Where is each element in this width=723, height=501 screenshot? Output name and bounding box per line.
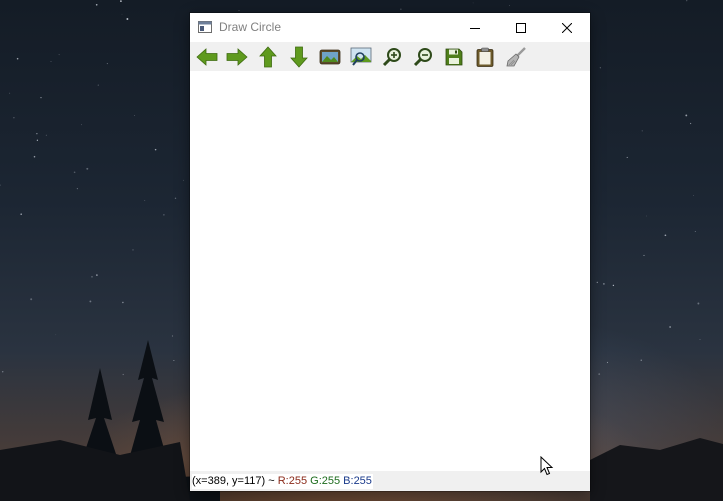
star xyxy=(95,3,98,6)
star xyxy=(120,0,122,2)
star xyxy=(699,339,701,340)
star xyxy=(81,124,82,126)
window-title: Draw Circle xyxy=(219,20,282,34)
star xyxy=(174,197,177,199)
star xyxy=(45,134,47,136)
minimize-icon xyxy=(470,27,480,29)
star xyxy=(73,171,76,174)
star xyxy=(509,5,510,6)
star xyxy=(13,116,15,119)
status-bar: (x=389, y=117) ~ R:255 G:255 B:255 xyxy=(190,471,590,491)
image-canvas[interactable] xyxy=(190,71,590,471)
star xyxy=(596,281,598,284)
green-value: G:255 xyxy=(310,475,341,487)
star xyxy=(182,179,184,181)
zoom-out-icon xyxy=(413,48,432,67)
arrow-left-icon xyxy=(196,48,218,66)
star xyxy=(163,214,165,216)
star xyxy=(144,199,146,202)
star xyxy=(97,84,99,86)
star xyxy=(603,283,605,285)
star xyxy=(685,114,688,117)
star xyxy=(20,213,22,215)
mouse-cursor-icon xyxy=(540,456,554,476)
app-window-icon xyxy=(198,21,212,33)
star xyxy=(606,361,609,364)
image-icon xyxy=(319,49,341,65)
star xyxy=(121,13,123,15)
star xyxy=(16,57,19,60)
maximize-icon xyxy=(516,22,526,33)
pan-right-button[interactable] xyxy=(225,45,249,69)
clipboard-icon xyxy=(476,47,494,67)
fit-image-button[interactable] xyxy=(318,45,342,69)
red-value: R:255 xyxy=(277,475,308,487)
star xyxy=(9,92,11,94)
star xyxy=(697,302,700,305)
star xyxy=(76,188,78,190)
draw-circle-window: Draw Circle (x=389, y=117) ~ R:255 G:255… xyxy=(190,13,590,491)
star xyxy=(40,96,42,99)
zoom-region-button[interactable] xyxy=(349,45,373,69)
star xyxy=(86,167,89,170)
blue-value: B:255 xyxy=(343,475,372,487)
star xyxy=(626,156,628,158)
star xyxy=(36,139,39,141)
star xyxy=(640,359,642,361)
star xyxy=(669,326,671,328)
zoom-in-icon xyxy=(382,48,401,67)
save-button[interactable] xyxy=(442,45,466,69)
cursor-coordinates: (x=389, y=117) ~ xyxy=(192,475,275,487)
star xyxy=(689,122,692,125)
arrow-right-icon xyxy=(226,48,248,66)
star xyxy=(646,215,647,217)
zoom-out-button[interactable] xyxy=(411,45,435,69)
copy-button[interactable] xyxy=(473,45,497,69)
pan-up-button[interactable] xyxy=(256,45,280,69)
floppy-disk-icon xyxy=(445,48,463,66)
star xyxy=(400,8,402,10)
toolbar xyxy=(190,42,590,71)
star xyxy=(91,275,93,278)
star xyxy=(58,54,60,56)
zoom-region-icon xyxy=(350,47,372,66)
star xyxy=(641,130,643,132)
star xyxy=(30,298,33,301)
star xyxy=(612,284,615,287)
star xyxy=(132,249,134,251)
star xyxy=(126,18,129,20)
brush-icon xyxy=(506,47,526,67)
maximize-button[interactable] xyxy=(498,13,544,42)
star xyxy=(693,195,695,196)
arrow-up-icon xyxy=(259,46,277,68)
star xyxy=(0,184,1,186)
star xyxy=(643,254,645,256)
arrow-down-icon xyxy=(290,46,308,68)
star xyxy=(664,234,667,237)
minimize-button[interactable] xyxy=(452,13,498,42)
close-icon xyxy=(562,22,572,33)
star xyxy=(598,373,601,375)
zoom-in-button[interactable] xyxy=(380,45,404,69)
pan-left-button[interactable] xyxy=(195,45,219,69)
pixel-info-readout: (x=389, y=117) ~ R:255 G:255 B:255 xyxy=(192,474,373,489)
star xyxy=(89,300,92,303)
star xyxy=(96,274,98,276)
pan-down-button[interactable] xyxy=(287,45,311,69)
star xyxy=(599,67,601,69)
star xyxy=(694,230,696,233)
star xyxy=(50,61,52,62)
star xyxy=(686,0,688,2)
star xyxy=(33,155,36,158)
star xyxy=(36,133,38,135)
star xyxy=(472,2,474,4)
star xyxy=(122,301,124,304)
star xyxy=(238,10,240,11)
star xyxy=(134,115,136,116)
close-button[interactable] xyxy=(544,13,590,42)
title-bar[interactable]: Draw Circle xyxy=(190,13,590,42)
star xyxy=(154,148,157,151)
star xyxy=(106,63,108,65)
properties-button[interactable] xyxy=(504,45,528,69)
